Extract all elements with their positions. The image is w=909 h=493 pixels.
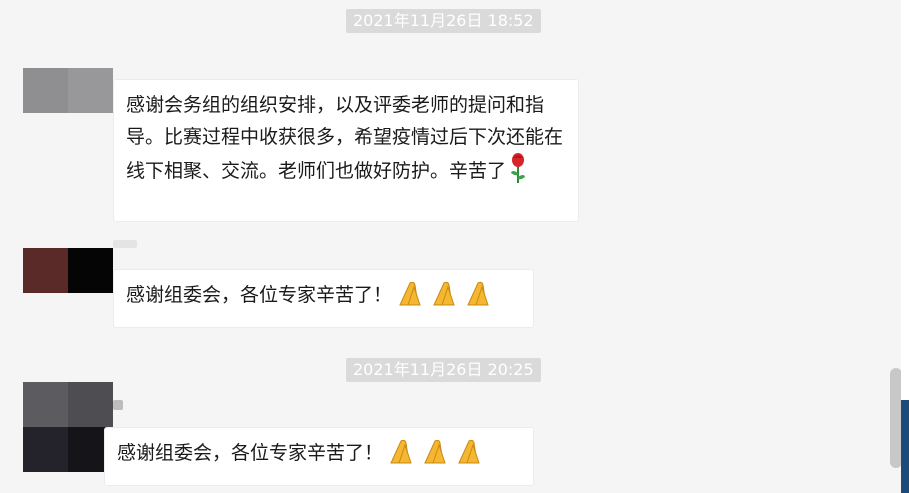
avatar[interactable] [23,382,113,472]
avatar-tile [23,427,68,472]
avatar-tile [68,248,113,293]
message-text: 感谢组委会，各位专家辛苦了！ [117,442,384,464]
sender-name-blur [113,400,123,410]
avatar-tile [68,68,113,113]
sender-name-blur [113,240,137,248]
pray-emoji [387,437,491,475]
avatar[interactable] [23,248,113,293]
adjacent-window-edge [901,400,909,493]
avatar-tile [68,382,113,427]
avatar-tile [23,248,68,293]
message-text: 感谢会务组的组织安排，以及评委老师的提问和指导。比赛过程中收获很多，希望疫情过后… [126,94,564,182]
avatar-tile [23,68,68,113]
chat-window: 2021年11月26日 18:52 感谢会务组的组织安排，以及评委老师的提问和指… [0,0,909,493]
timestamp: 2021年11月26日 20:25 [346,358,541,382]
avatar-tile [23,382,68,427]
rose-emoji [508,153,528,195]
message-bubble[interactable]: 感谢组委会，各位专家辛苦了！ [113,269,534,328]
message-text: 感谢组委会，各位专家辛苦了！ [126,284,393,306]
timestamp: 2021年11月26日 18:52 [346,9,541,33]
pray-emoji [396,279,500,317]
message-bubble[interactable]: 感谢组委会，各位专家辛苦了！ [104,427,534,486]
avatar[interactable] [23,68,113,113]
message-bubble[interactable]: 感谢会务组的组织安排，以及评委老师的提问和指导。比赛过程中收获很多，希望疫情过后… [113,79,579,222]
